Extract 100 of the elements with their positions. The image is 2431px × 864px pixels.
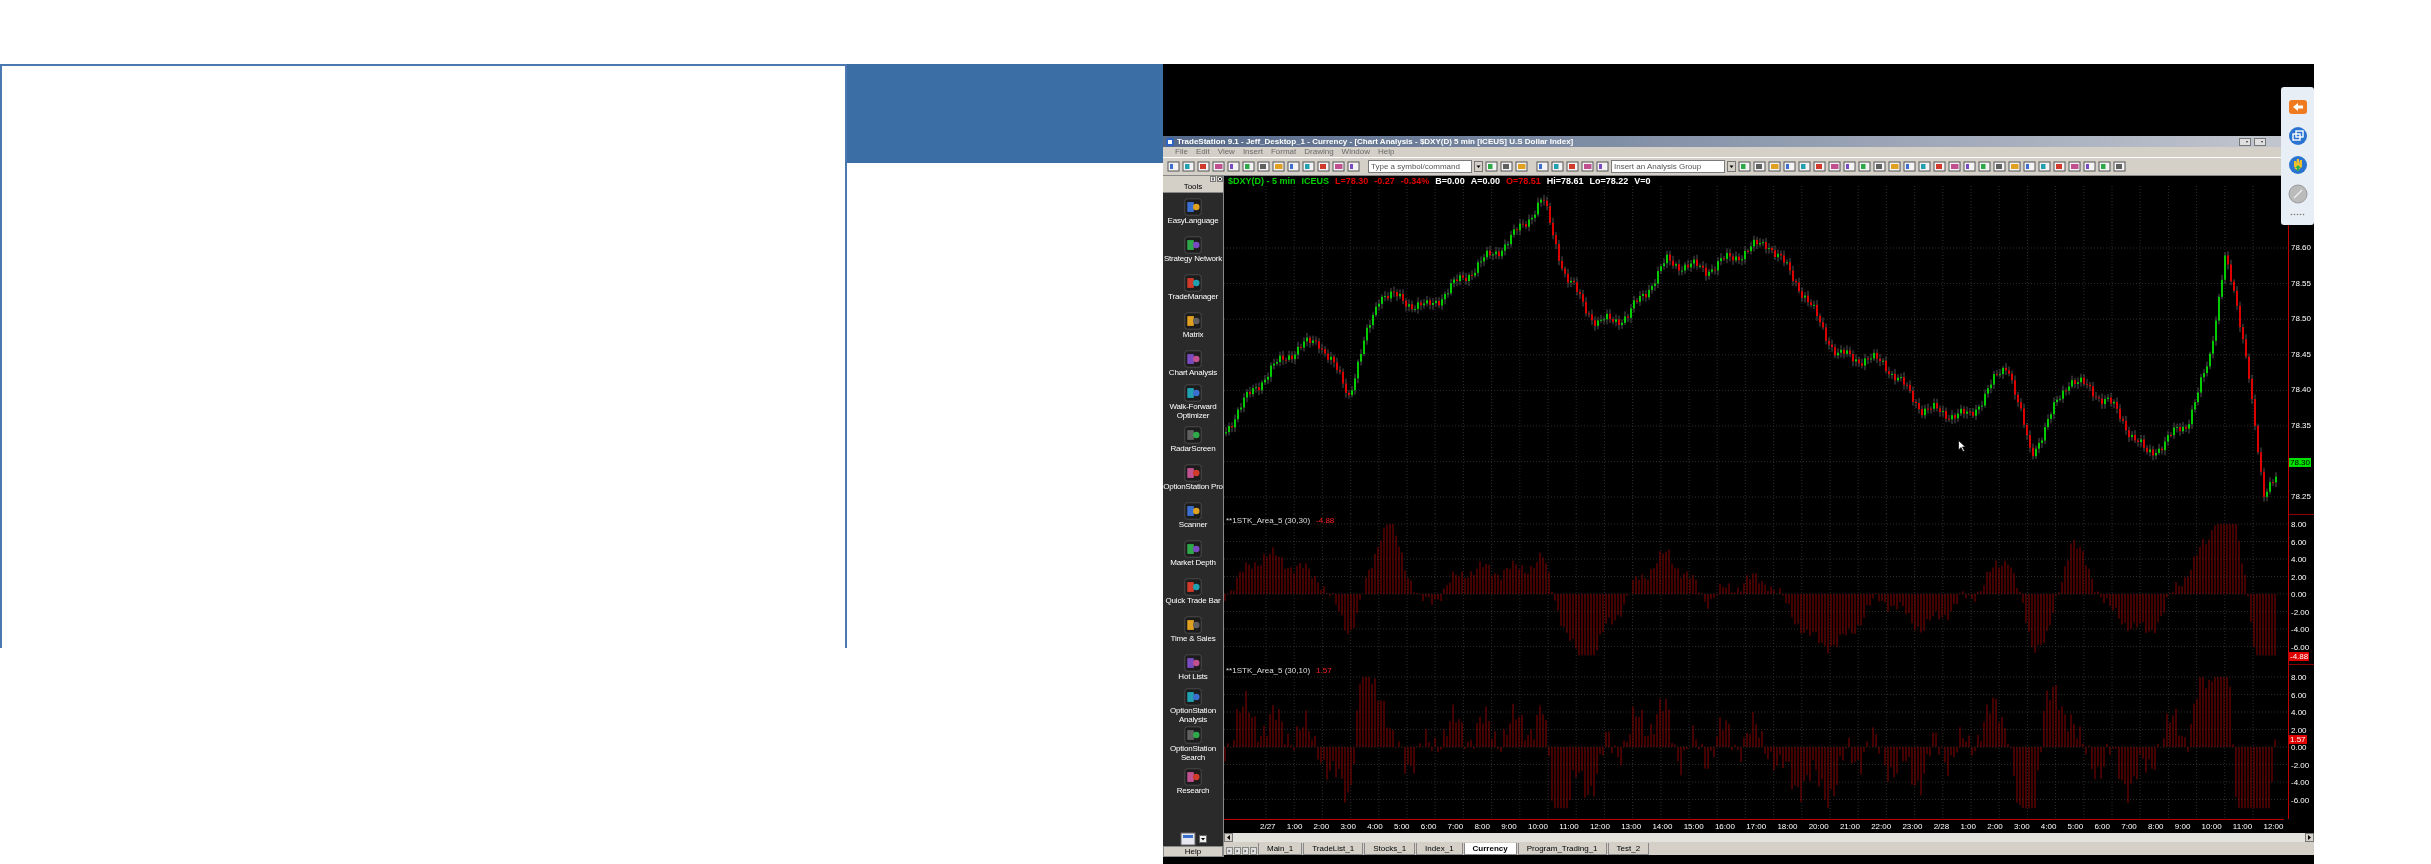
quote-value: Lo=78.22	[1589, 176, 1629, 186]
time-label: 17:00	[1746, 822, 1767, 831]
sheet-tab[interactable]: Stocks_1	[1364, 843, 1416, 855]
time-label: 4:00	[2040, 822, 2057, 831]
quote-value: $DXY(D) - 5 min	[1228, 176, 1296, 186]
menu-item[interactable]: Format	[1270, 147, 1297, 157]
tool-label[interactable]: TradeManager	[1168, 293, 1218, 302]
symbol-field[interactable]: Type a symbol/command	[1368, 160, 1472, 173]
sheet-tab[interactable]: Program_Trading_1	[1517, 843, 1607, 855]
quote-value: -0.27	[1374, 176, 1395, 186]
time-label: 11:00	[1559, 822, 1579, 831]
time-label: 15:00	[1683, 822, 1704, 831]
time-label: 7:00	[1447, 822, 1464, 831]
sheet-tab[interactable]: Currency	[1463, 843, 1517, 855]
time-label: 3:00	[2014, 822, 2030, 831]
price-badge: 1.57	[2289, 735, 2307, 744]
menu-item[interactable]: Insert	[1242, 147, 1263, 157]
indicator-name: **1STK_Area_5 (30,10)	[1226, 666, 1311, 675]
quote-value: L=78.30	[1335, 176, 1369, 186]
help-button[interactable]: Help	[1163, 846, 1223, 857]
tool-label[interactable]: OptionStation Pro	[1163, 483, 1223, 492]
sheet-tab[interactable]: Main_1	[1258, 843, 1303, 855]
time-label: 11:00	[2232, 822, 2253, 831]
time-label: 16:00	[1714, 822, 1735, 831]
tool-label[interactable]: Market Depth	[1170, 559, 1216, 568]
tool-label[interactable]: RadarScreen	[1170, 445, 1216, 454]
axis-label: 2.00	[2290, 726, 2308, 735]
axis-label: 78.55	[2290, 279, 2313, 290]
time-label: 2:00	[1313, 822, 1330, 831]
time-label: 2:00	[1987, 822, 2003, 831]
tool-label[interactable]: Quick Trade Bar	[1165, 597, 1221, 606]
menu-item[interactable]: Edit	[1195, 147, 1210, 157]
time-label: 12:00	[1589, 822, 1610, 831]
time-label: 1:00	[1960, 822, 1976, 831]
time-label: 1:00	[1286, 822, 1303, 831]
time-label: 7:00	[2121, 822, 2137, 831]
tool-label[interactable]: OptionStation Search	[1163, 745, 1223, 762]
menu-item[interactable]: View	[1217, 147, 1235, 157]
axis-label: 78.45	[2290, 350, 2313, 361]
axis-label: 6.00	[2290, 691, 2308, 702]
time-label: 2/28	[1933, 822, 1950, 831]
axis-label: -2.00	[2290, 608, 2311, 619]
time-label: 12:00	[2263, 822, 2284, 831]
axis-label: 4.00	[2290, 709, 2308, 719]
axis-label: 0.00	[2290, 591, 2308, 601]
menu-item[interactable]: Help	[1378, 147, 1395, 157]
time-label: 22:00	[1871, 822, 1892, 831]
time-label: 4:00	[1367, 822, 1383, 831]
axis-label: 0.00	[2290, 744, 2308, 754]
time-label: 2/27	[1260, 822, 1276, 831]
tool-label[interactable]: OptionStation Analysis	[1163, 707, 1223, 724]
quote-value: V=0	[1634, 176, 1651, 186]
indicator-name: **1STK_Area_5 (30,30)	[1226, 516, 1311, 525]
quote-value: -0.34%	[1400, 176, 1430, 186]
tool-label[interactable]: Walk-Forward Optimizer	[1163, 403, 1223, 420]
axis-label: 8.00	[2290, 674, 2308, 684]
time-label: 5:00	[1394, 822, 1410, 831]
time-label: 21:00	[1839, 822, 1860, 831]
time-label: 3:00	[1340, 822, 1356, 831]
time-label: 8:00	[2148, 822, 2164, 831]
tool-label[interactable]: Matrix	[1182, 331, 1204, 340]
axis-label: 8.00	[2290, 521, 2308, 531]
menu-item[interactable]: File	[1175, 147, 1188, 157]
axis-label: 78.35	[2290, 421, 2313, 432]
time-label: 6:00	[2094, 822, 2110, 831]
sheet-tab[interactable]: TradeList_1	[1303, 843, 1364, 855]
time-label: 14:00	[1652, 822, 1673, 831]
time-label: 20:00	[1808, 822, 1829, 831]
tool-label[interactable]: Hot Lists	[1178, 673, 1208, 682]
sheet-tab[interactable]: Test_2	[1607, 843, 1650, 855]
tool-label[interactable]: Strategy Network	[1163, 255, 1223, 264]
price-badge: -4.88	[2289, 652, 2310, 661]
indicator-value: 1.57	[1316, 666, 1332, 675]
quote-value: B=0.00	[1435, 176, 1465, 186]
axis-label: 6.00	[2290, 538, 2308, 549]
axis-label: 78.60	[2290, 244, 2313, 254]
menu-item[interactable]: Window	[1341, 147, 1371, 157]
tool-label[interactable]: EasyLanguage	[1167, 217, 1219, 226]
time-label: 6:00	[1420, 822, 1437, 831]
tool-label[interactable]: Research	[1176, 787, 1210, 796]
time-label: 18:00	[1777, 822, 1798, 831]
time-label: 5:00	[2067, 822, 2084, 831]
time-label: 9:00	[1501, 822, 1517, 831]
axis-label: -4.00	[2290, 779, 2311, 789]
menu-item[interactable]: Drawing	[1304, 147, 1334, 157]
axis-label: 78.25	[2290, 493, 2313, 504]
tool-label[interactable]: Time & Sales	[1170, 635, 1216, 644]
sheet-tab[interactable]: Index_1	[1416, 843, 1463, 855]
axis-label: 4.00	[2290, 556, 2308, 566]
time-label: 10:00	[2201, 822, 2222, 831]
axis-label: 78.50	[2290, 315, 2313, 326]
quote-value: Hi=78.61	[1546, 176, 1584, 186]
analysis-group-field[interactable]: Insert an Analysis Group	[1611, 160, 1725, 173]
tool-label[interactable]: Chart Analysis	[1168, 369, 1218, 378]
price-badge: 78.30	[2289, 457, 2312, 467]
quote-value: A=0.00	[1470, 176, 1500, 186]
axis-label: -2.00	[2290, 761, 2311, 772]
time-label: 9:00	[2174, 822, 2191, 831]
tool-label[interactable]: Scanner	[1178, 521, 1208, 530]
quote-value: O=78.51	[1505, 176, 1541, 186]
